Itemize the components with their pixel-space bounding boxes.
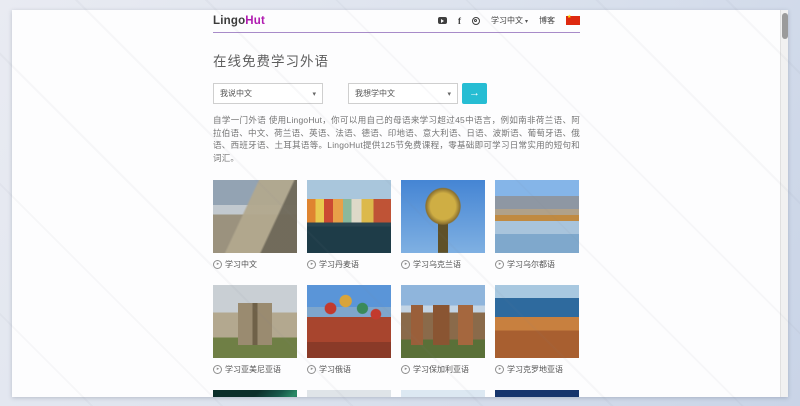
logo-text-hut: Hut — [245, 15, 265, 27]
course-label: 学习中文 — [225, 259, 257, 270]
course-card-russian[interactable]: ▸ 学习俄语 — [307, 285, 391, 374]
play-icon: ▸ — [401, 365, 410, 374]
content-column: LingoHut f 学习中文▾ 博客 ★ 在线免费学习外语 我说中文 ▾ 我想… — [213, 10, 580, 397]
star-icon: ★ — [567, 13, 571, 22]
course-label: 学习俄语 — [319, 364, 351, 375]
go-button[interactable]: → — [462, 83, 487, 104]
course-card-clipped-4[interactable] — [495, 390, 579, 397]
target-language-select[interactable]: 我想学中文 ▾ — [348, 83, 458, 104]
globe-dot — [474, 19, 477, 22]
play-icon: ▸ — [213, 260, 222, 269]
play-icon: ▸ — [495, 365, 504, 374]
course-card-clipped-2[interactable] — [307, 390, 391, 397]
course-card-clipped-3[interactable] — [401, 390, 485, 397]
course-label: 学习克罗地亚语 — [507, 364, 563, 375]
browser-page: LingoHut f 学习中文▾ 博客 ★ 在线免费学习外语 我说中文 ▾ 我想… — [12, 10, 788, 397]
mountain-lake-image[interactable] — [495, 180, 579, 253]
belogradchik-fortress-image[interactable] — [401, 285, 485, 358]
gaudi-mosaic-chimneys-image[interactable] — [401, 390, 485, 397]
dubrovnik-coast-image[interactable] — [495, 285, 579, 358]
header-nav: f 学习中文▾ 博客 ★ — [438, 15, 580, 26]
armenian-monastery-image[interactable] — [213, 285, 297, 358]
native-language-select[interactable]: 我说中文 ▾ — [213, 83, 323, 104]
course-card-armenian[interactable]: ▸ 学习亚美尼亚语 — [213, 285, 297, 374]
course-label-row[interactable]: ▸ 学习丹麦语 — [307, 259, 391, 269]
play-icon: ▸ — [495, 260, 504, 269]
course-label-row[interactable]: ▸ 学习俄语 — [307, 364, 391, 374]
course-label: 学习丹麦语 — [319, 259, 359, 270]
course-grid: ▸ 学习中文 ▸ 学习丹麦语 ▸ 学习乌克兰语 — [213, 180, 580, 397]
native-language-value: 我说中文 — [220, 88, 252, 99]
lingohut-logo[interactable]: LingoHut — [213, 15, 265, 27]
intro-text: 自学一门外语 使用LingoHut，你可以用自己的母语来学习超过45中语言，例如… — [213, 114, 580, 164]
language-menu-label: 学习中文 — [491, 16, 523, 25]
play-triangle — [441, 19, 444, 23]
course-card-danish[interactable]: ▸ 学习丹麦语 — [307, 180, 391, 269]
play-icon: ▸ — [307, 260, 316, 269]
course-card-chinese[interactable]: ▸ 学习中文 — [213, 180, 297, 269]
arrow-right-icon: → — [469, 84, 480, 103]
course-card-bulgarian[interactable]: ▸ 学习保加利亚语 — [401, 285, 485, 374]
course-label-row[interactable]: ▸ 学习克罗地亚语 — [495, 364, 579, 374]
helsinki-cathedral-image[interactable] — [307, 390, 391, 397]
course-label-row[interactable]: ▸ 学习乌尔都语 — [495, 259, 579, 269]
course-label: 学习亚美尼亚语 — [225, 364, 281, 375]
nyhavn-harbor-image[interactable] — [307, 180, 391, 253]
china-flag-icon[interactable]: ★ — [566, 16, 580, 25]
site-header: LingoHut f 学习中文▾ 博客 ★ — [213, 10, 580, 33]
page-scrollbar[interactable] — [780, 10, 788, 397]
course-card-ukrainian[interactable]: ▸ 学习乌克兰语 — [401, 180, 485, 269]
scrollbar-thumb[interactable] — [782, 13, 788, 39]
course-card-clipped-1[interactable] — [213, 390, 297, 397]
language-controls: 我说中文 ▾ 我想学中文 ▾ → — [213, 83, 580, 104]
course-label-row[interactable]: ▸ 学习亚美尼亚语 — [213, 364, 297, 374]
course-label: 学习乌尔都语 — [507, 259, 555, 270]
play-icon: ▸ — [401, 260, 410, 269]
kyiv-angel-monument-image[interactable] — [401, 180, 485, 253]
northern-lights-image[interactable] — [213, 390, 297, 397]
great-wall-image[interactable] — [213, 180, 297, 253]
play-icon: ▸ — [307, 365, 316, 374]
course-label: 学习保加利亚语 — [413, 364, 469, 375]
parliament-night-image[interactable] — [495, 390, 579, 397]
globe-icon[interactable] — [472, 17, 480, 25]
course-card-urdu[interactable]: ▸ 学习乌尔都语 — [495, 180, 579, 269]
chevron-down-icon: ▾ — [312, 90, 316, 98]
chevron-down-icon: ▾ — [447, 90, 451, 98]
page-title: 在线免费学习外语 — [213, 50, 580, 70]
play-icon: ▸ — [213, 365, 222, 374]
course-card-croatian[interactable]: ▸ 学习克罗地亚语 — [495, 285, 579, 374]
chevron-down-icon: ▾ — [525, 19, 528, 25]
language-menu[interactable]: 学习中文▾ — [491, 15, 528, 26]
target-language-value: 我想学中文 — [355, 88, 395, 99]
facebook-icon[interactable]: f — [458, 16, 461, 26]
logo-text-lingo: Lingo — [213, 15, 245, 27]
course-label-row[interactable]: ▸ 学习乌克兰语 — [401, 259, 485, 269]
st-basils-cathedral-image[interactable] — [307, 285, 391, 358]
course-label-row[interactable]: ▸ 学习保加利亚语 — [401, 364, 485, 374]
course-label-row[interactable]: ▸ 学习中文 — [213, 259, 297, 269]
course-label: 学习乌克兰语 — [413, 259, 461, 270]
blog-link[interactable]: 博客 — [539, 15, 555, 26]
youtube-icon[interactable] — [438, 17, 447, 24]
